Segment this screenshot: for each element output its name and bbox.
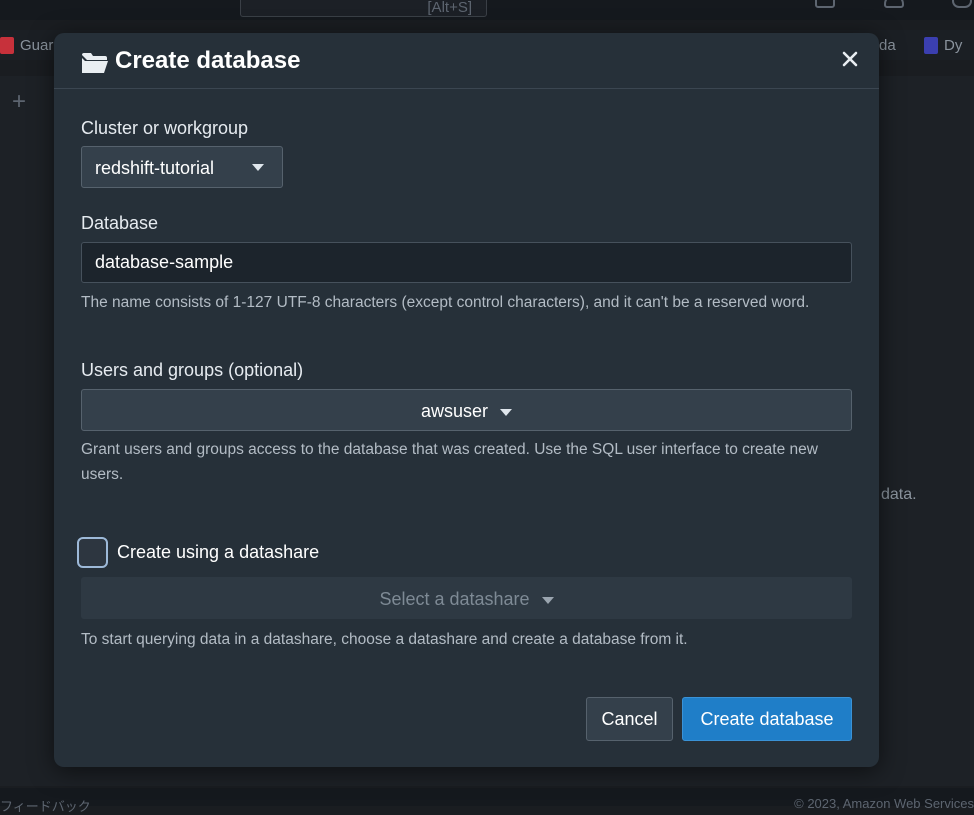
datashare-dropdown: Select a datashare	[81, 577, 852, 619]
database-name-input[interactable]: database-sample	[81, 242, 852, 283]
modal-header: Create database	[54, 33, 879, 89]
users-label: Users and groups (optional)	[81, 360, 304, 380]
cluster-value: redshift-tutorial	[95, 158, 215, 178]
dynamodb-icon	[924, 37, 938, 54]
notifications-icon[interactable]	[884, 0, 904, 8]
datashare-checkbox-label[interactable]: Create using a datashare	[117, 542, 319, 563]
favorite-label: Dy	[944, 37, 963, 54]
folder-open-icon	[82, 53, 108, 73]
cloudshell-icon[interactable]	[815, 0, 835, 8]
datashare-checkbox[interactable]	[77, 537, 108, 568]
close-icon[interactable]	[839, 48, 861, 70]
create-database-modal: Create database Cluster or workgroup red…	[54, 33, 879, 767]
guardduty-icon	[0, 37, 14, 54]
users-value: awsuser	[420, 401, 489, 421]
cluster-label: Cluster or workgroup	[81, 118, 249, 138]
help-icon[interactable]	[952, 0, 972, 8]
chevron-down-icon	[541, 596, 554, 604]
database-label: Database	[81, 213, 159, 233]
chevron-down-icon	[500, 408, 513, 416]
create-database-button[interactable]: Create database	[682, 697, 852, 741]
cancel-button[interactable]: Cancel	[586, 697, 673, 741]
console-footer: フィードバック © 2023, Amazon Web Services	[0, 788, 974, 814]
chevron-down-icon	[252, 164, 264, 171]
global-search-box[interactable]: [Alt+S]	[240, 0, 487, 17]
top-navigation-bar: [Alt+S]	[0, 0, 974, 20]
users-hint: Grant users and groups access to the dat…	[81, 441, 818, 483]
database-hint: The name consists of 1-127 UTF-8 charact…	[81, 294, 810, 311]
favorite-dynamodb[interactable]: Dy	[924, 37, 962, 54]
footer-copyright: © 2023, Amazon Web Services	[794, 796, 974, 811]
background-text: data.	[881, 486, 917, 503]
favorite-lambda[interactable]: da	[879, 37, 896, 54]
search-shortcut-hint: [Alt+S]	[427, 0, 472, 16]
plus-icon[interactable]: +	[12, 88, 26, 116]
datashare-placeholder: Select a datashare	[379, 589, 530, 609]
favorite-label: da	[879, 37, 896, 54]
datashare-hint: To start querying data in a datashare, c…	[81, 631, 688, 648]
users-dropdown[interactable]: awsuser	[81, 389, 852, 431]
cluster-dropdown[interactable]: redshift-tutorial	[81, 146, 283, 188]
favorite-guardduty[interactable]: Guard	[0, 37, 62, 54]
modal-title: Create database	[115, 47, 301, 74]
